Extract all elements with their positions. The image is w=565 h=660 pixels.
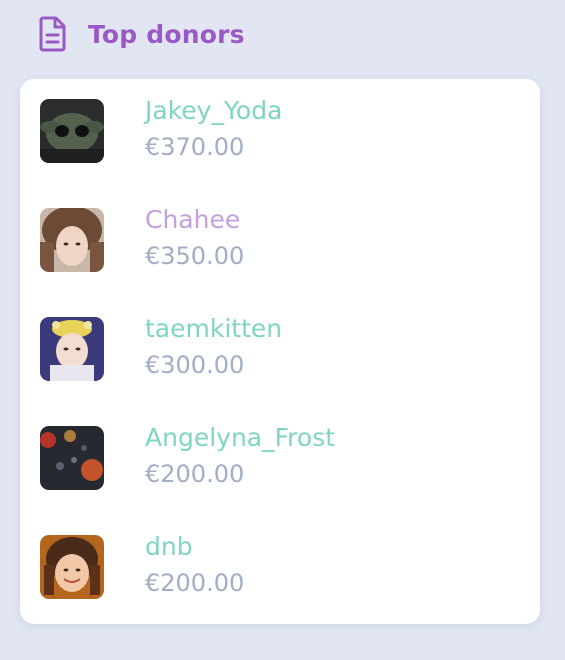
donor-row[interactable]: Jakey_Yoda €370.00 (40, 95, 520, 163)
avatar[interactable] (40, 317, 104, 381)
avatar[interactable] (40, 535, 104, 599)
donor-amount: €300.00 (145, 351, 245, 379)
avatar[interactable] (40, 426, 104, 490)
donor-row[interactable]: Angelyna_Frost €200.00 (40, 422, 520, 490)
donor-amount: €200.00 (145, 460, 245, 488)
document-icon (38, 15, 68, 53)
donor-amount: €350.00 (145, 242, 245, 270)
donor-name[interactable]: taemkitten (145, 313, 282, 345)
donor-row[interactable]: dnb €200.00 (40, 531, 520, 599)
donor-row[interactable]: taemkitten €300.00 (40, 313, 520, 381)
donor-name[interactable]: Jakey_Yoda (145, 95, 282, 127)
donor-name[interactable]: Chahee (145, 204, 240, 236)
donor-amount: €200.00 (145, 569, 245, 597)
donors-card: Jakey_Yoda €370.00 Chahee €350.00 taemki… (20, 79, 540, 624)
donor-row[interactable]: Chahee €350.00 (40, 204, 520, 272)
donor-amount: €370.00 (145, 133, 245, 161)
panel-header: Top donors (38, 14, 245, 54)
donor-name[interactable]: dnb (145, 531, 193, 563)
donor-name[interactable]: Angelyna_Frost (145, 422, 335, 454)
avatar[interactable] (40, 99, 104, 163)
avatar[interactable] (40, 208, 104, 272)
panel-title: Top donors (88, 19, 245, 49)
